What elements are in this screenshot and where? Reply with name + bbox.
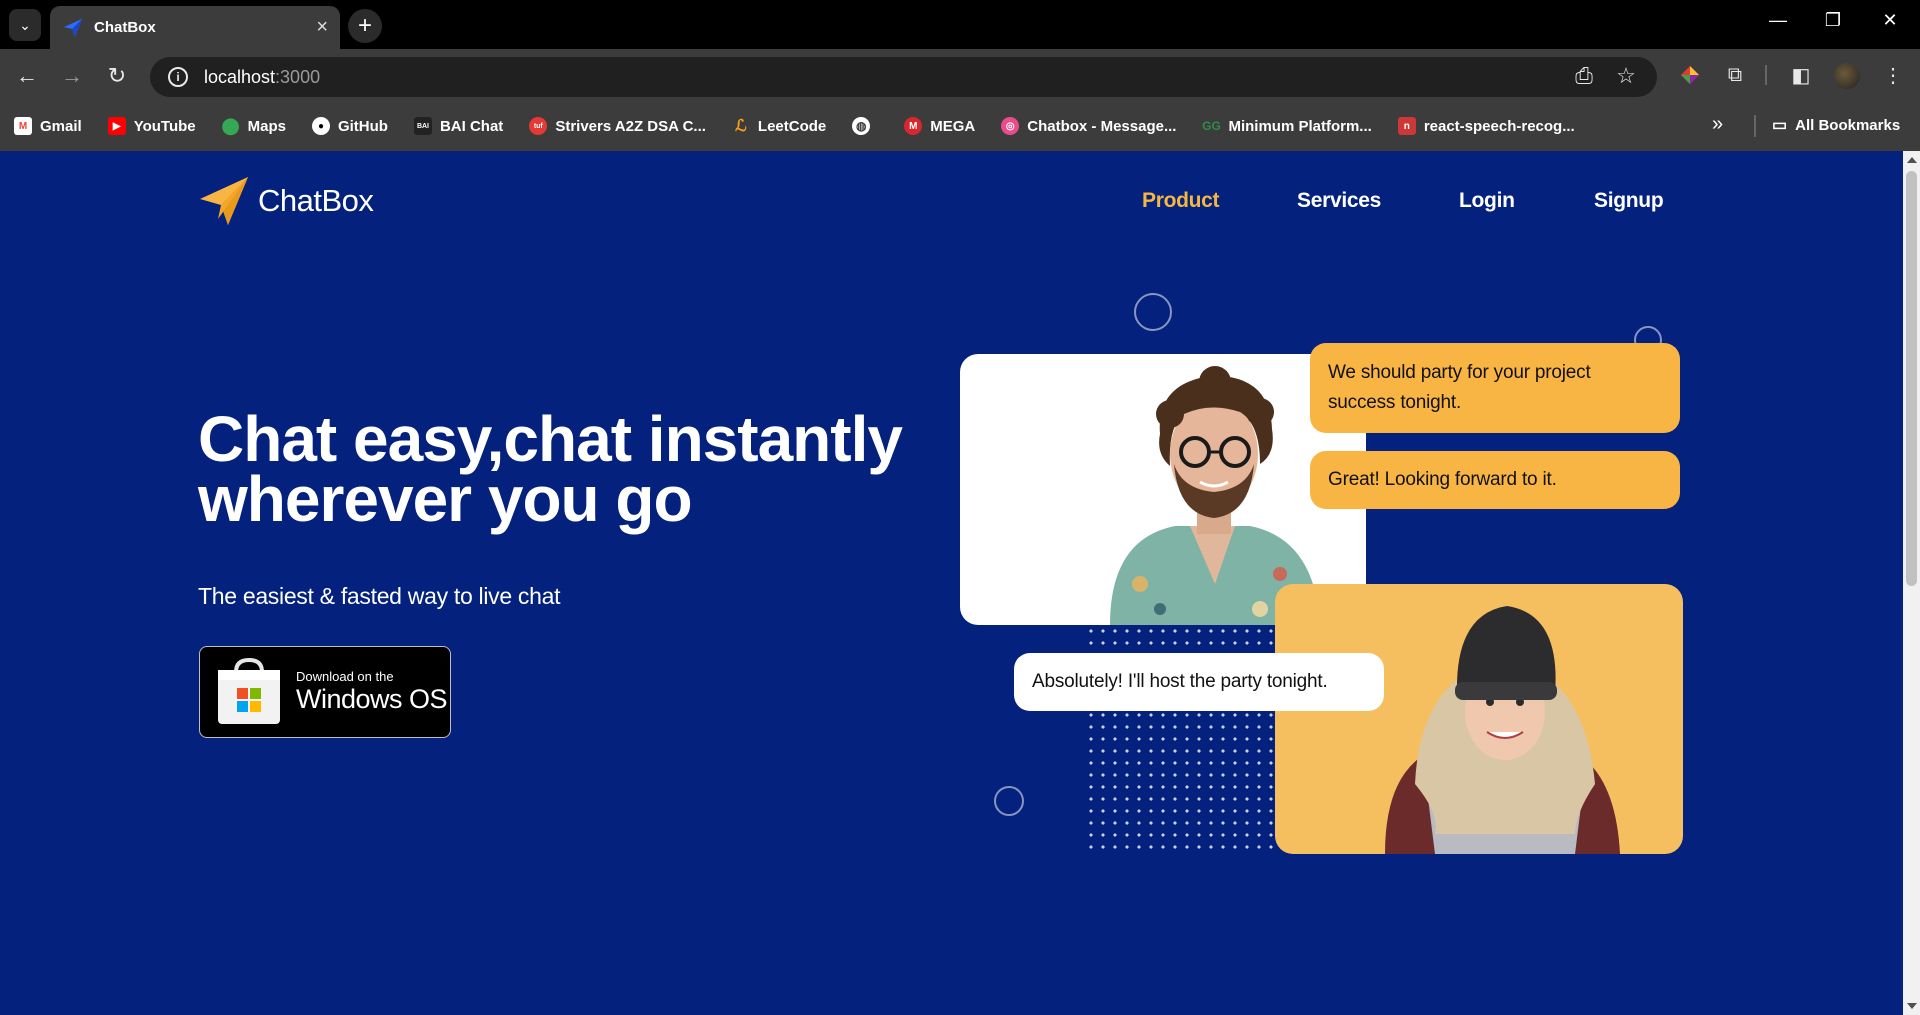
microsoft-store-bag-icon	[218, 658, 280, 724]
store-button-small-text: Download on the	[296, 669, 394, 684]
hero-title-line2: wherever you go	[198, 463, 693, 535]
bookmark-star-icon[interactable]: ☆	[1611, 63, 1641, 89]
nav-login[interactable]: Login	[1459, 189, 1515, 213]
chat-bubble-outgoing: Absolutely! I'll host the party tonight.	[1014, 653, 1384, 711]
browser-toolbar: ← → ↻ i localhost:3000 ⎙ ☆ ⧉ ◧ ⋮	[0, 49, 1920, 101]
chatbox-landing-page: ChatBox Product Services Login Signup Ch…	[0, 151, 1903, 1015]
bookmark-label: YouTube	[133, 117, 196, 135]
leetcode-icon: ℒ	[735, 118, 747, 135]
back-icon[interactable]: ←	[12, 61, 42, 91]
bookmarks-divider	[1754, 115, 1756, 137]
woman-portrait-image	[1385, 606, 1620, 854]
globe-icon: ◍	[852, 117, 871, 135]
bookmark-gmail[interactable]: M Gmail	[14, 117, 82, 135]
bookmark-react-speech[interactable]: n react-speech-recog...	[1397, 117, 1575, 135]
chat-bubble-incoming-1: We should party for your project success…	[1310, 343, 1680, 433]
gfg-icon: GG	[1202, 119, 1221, 133]
youtube-icon: ▶	[107, 117, 126, 135]
more-bookmarks-icon[interactable]: »	[1712, 113, 1723, 136]
bookmark-label: Maps	[247, 117, 286, 135]
bai-chat-icon: BAI	[413, 117, 432, 135]
bookmark-label: Gmail	[40, 117, 82, 135]
toolbar-divider	[1765, 65, 1767, 85]
new-tab-button[interactable]: +	[348, 9, 382, 43]
page-scrollbar[interactable]	[1903, 151, 1920, 1015]
paper-plane-logo-icon	[200, 177, 248, 225]
install-app-icon[interactable]: ⎙	[1569, 63, 1599, 89]
maps-icon: ⬤	[221, 118, 240, 135]
bookmark-strivers[interactable]: tuf Strivers A2Z DSA C...	[529, 117, 706, 135]
address-bar[interactable]: i localhost:3000 ⎙ ☆	[150, 57, 1657, 97]
brand-logo-link[interactable]: ChatBox	[198, 175, 374, 227]
reload-icon[interactable]: ↻	[102, 61, 132, 91]
tab-search-button[interactable]: ⌄	[9, 9, 41, 41]
store-button-big-text: Windows OS	[296, 684, 448, 714]
scrollbar-thumb[interactable]	[1906, 171, 1917, 586]
menu-kebab-icon[interactable]: ⋮	[1878, 60, 1908, 90]
nav-services[interactable]: Services	[1297, 189, 1381, 213]
bookmark-label: GitHub	[337, 117, 388, 135]
site-info-icon[interactable]: i	[168, 67, 188, 87]
bookmark-mega[interactable]: M MEGA	[904, 117, 975, 135]
brand-name: ChatBox	[258, 183, 374, 218]
extensions-puzzle-icon[interactable]: ⧉	[1720, 60, 1750, 90]
bookmark-label: react-speech-recog...	[1423, 117, 1575, 135]
gmail-icon: M	[14, 117, 32, 135]
bookmark-label: Minimum Platform...	[1228, 117, 1372, 135]
bookmark-youtube[interactable]: ▶ YouTube	[107, 117, 196, 135]
all-bookmarks-button[interactable]: ▭ All Bookmarks	[1772, 115, 1900, 135]
forward-icon[interactable]: →	[57, 61, 87, 91]
nav-signup[interactable]: Signup	[1594, 189, 1664, 213]
bookmark-bai-chat[interactable]: BAI BAI Chat	[413, 117, 504, 135]
all-bookmarks-label: All Bookmarks	[1795, 116, 1901, 134]
bookmark-label: MEGA	[930, 117, 976, 135]
scroll-down-arrow-icon[interactable]	[1907, 1003, 1917, 1009]
nav-product[interactable]: Product	[1142, 189, 1220, 213]
side-panel-icon[interactable]: ◧	[1786, 60, 1816, 90]
color-extension-icon[interactable]	[1675, 60, 1705, 90]
minimize-icon[interactable]: —	[1763, 10, 1793, 31]
chatbox-favicon-icon	[63, 18, 83, 37]
profile-avatar[interactable]	[1834, 63, 1860, 89]
bookmark-label: LeetCode	[757, 117, 827, 135]
close-tab-icon[interactable]: ×	[316, 16, 328, 39]
close-window-icon[interactable]: ✕	[1875, 10, 1905, 31]
bookmark-chatbox[interactable]: ◎ Chatbox - Message...	[1001, 117, 1176, 135]
decorative-ring	[1134, 293, 1172, 331]
bookmark-label: BAI Chat	[439, 117, 504, 135]
woman-photo-card	[1275, 584, 1683, 854]
windows-store-download-button[interactable]: Download on the Windows OS	[199, 646, 451, 738]
url-port: :3000	[275, 66, 321, 87]
bookmark-minimum-platform[interactable]: GG Minimum Platform...	[1202, 117, 1372, 135]
scroll-up-arrow-icon[interactable]	[1907, 157, 1917, 163]
active-tab[interactable]: ChatBox ×	[50, 6, 340, 49]
github-icon: ●	[311, 117, 330, 135]
decorative-ring	[994, 786, 1024, 816]
hero-title: Chat easy,chat instantly wherever you go	[198, 407, 958, 531]
bookmark-label: Chatbox - Message...	[1027, 117, 1177, 135]
bookmark-globe[interactable]: ◍	[852, 117, 878, 135]
dribbble-icon: ◎	[1001, 117, 1020, 135]
bookmark-maps[interactable]: ⬤ Maps	[221, 117, 286, 136]
hero-subtitle: The easiest & fasted way to live chat	[198, 583, 561, 609]
mega-icon: M	[904, 117, 923, 135]
tab-strip: ⌄ ChatBox × + — ❐ ✕	[0, 0, 1920, 49]
bookmark-label: Strivers A2Z DSA C...	[555, 117, 706, 135]
url-host: localhost	[204, 66, 276, 87]
bookmarks-bar: M Gmail ▶ YouTube ⬤ Maps ● GitHub BAI BAI Cha…	[0, 101, 1920, 151]
bookmark-leetcode[interactable]: ℒ LeetCode	[732, 117, 827, 136]
restore-icon[interactable]: ❐	[1818, 10, 1848, 31]
bookmark-github[interactable]: ● GitHub	[311, 117, 388, 135]
tab-title: ChatBox	[94, 19, 156, 36]
chat-bubble-incoming-2: Great! Looking forward to it.	[1310, 451, 1680, 509]
tuf-icon: tuf	[529, 117, 548, 135]
folder-icon: ▭	[1772, 117, 1788, 134]
npm-icon: n	[1397, 117, 1416, 135]
